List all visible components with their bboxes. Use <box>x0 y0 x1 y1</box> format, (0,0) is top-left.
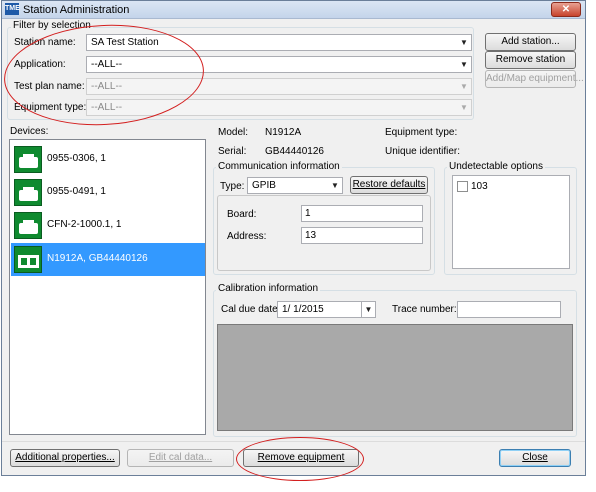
type-label: Type: <box>220 181 245 192</box>
instrument-icon <box>14 179 42 206</box>
devices-label: Devices: <box>10 126 49 137</box>
serial-value: GB44440126 <box>265 146 324 157</box>
station-name-value: SA Test Station <box>91 37 159 48</box>
address-label: Address: <box>227 231 267 242</box>
station-administration-window: TME Station Administration ✕ Filter by s… <box>1 0 586 476</box>
app-logo-icon: TME <box>5 3 20 15</box>
title-bar[interactable]: TME Station Administration ✕ <box>2 1 585 19</box>
cal-due-date-picker[interactable]: 1/ 1/2015 ▼ <box>277 301 376 318</box>
application-label: Application: <box>14 59 66 70</box>
chevron-down-icon: ▼ <box>460 38 468 47</box>
device-label: CFN-2-1000.1, 1 <box>47 219 122 230</box>
address-input[interactable]: 13 <box>301 227 423 244</box>
board-label: Board: <box>227 209 257 220</box>
additional-properties-label: Additional properties... <box>15 452 115 463</box>
test-plan-name-dropdown[interactable]: --ALL-- ▼ <box>86 78 472 95</box>
option-103-checkbox[interactable] <box>457 181 468 192</box>
power-meter-icon <box>14 246 42 273</box>
edit-cal-data-button[interactable]: Edit cal data... <box>127 449 234 467</box>
calendar-dropdown-icon: ▼ <box>361 302 375 317</box>
instrument-icon <box>14 212 42 239</box>
board-input[interactable]: 1 <box>301 205 423 222</box>
restore-defaults-button[interactable]: Restore defaults <box>350 176 428 194</box>
device-label: N1912A, GB44440126 <box>47 253 148 264</box>
device-list-item[interactable]: 0955-0491, 1 <box>11 176 205 209</box>
undetectable-options-legend: Undetectable options <box>447 161 545 172</box>
model-value: N1912A <box>265 127 302 138</box>
equipment-type-filter-value: --ALL-- <box>91 102 123 113</box>
communication-group-legend: Communication information <box>216 161 342 172</box>
close-label: Close <box>522 452 548 463</box>
add-station-button[interactable]: Add station... <box>485 33 576 51</box>
test-plan-name-label: Test plan name: <box>14 81 85 92</box>
calibration-group-legend: Calibration information <box>216 283 321 294</box>
device-list-item[interactable]: CFN-2-1000.1, 1 <box>11 209 205 242</box>
additional-properties-button[interactable]: Additional properties... <box>10 449 120 467</box>
window-close-button[interactable]: ✕ <box>551 2 581 17</box>
serial-label: Serial: <box>218 146 247 157</box>
remove-equipment-button[interactable]: Remove equipment <box>243 449 359 467</box>
connection-type-value: GPIB <box>252 180 276 191</box>
instrument-icon <box>14 146 42 173</box>
equipment-type-label: Equipment type: <box>385 127 458 138</box>
undetectable-options-list <box>452 175 570 269</box>
filter-group-legend: Filter by selection <box>11 20 93 31</box>
close-button[interactable]: Close <box>499 449 571 467</box>
add-map-equipment-button[interactable]: Add/Map equipment... <box>485 70 584 88</box>
calibration-data-panel <box>217 324 573 431</box>
cal-due-date-value: 1/ 1/2015 <box>282 304 324 315</box>
chevron-down-icon: ▼ <box>331 181 339 190</box>
devices-list[interactable]: 0955-0306, 1 0955-0491, 1 CFN-2-1000.1, … <box>9 139 206 435</box>
station-name-label: Station name: <box>14 37 76 48</box>
trace-number-label: Trace number: <box>392 304 457 315</box>
station-name-dropdown[interactable]: SA Test Station ▼ <box>86 34 472 51</box>
edit-cal-data-label: Edit cal data... <box>148 452 213 463</box>
equipment-type-dropdown[interactable]: --ALL-- ▼ <box>86 99 472 116</box>
equipment-type-filter-label: Equipment type: <box>14 102 87 113</box>
remove-equipment-label: Remove equipment <box>257 452 345 463</box>
device-list-item[interactable]: 0955-0306, 1 <box>11 143 205 176</box>
option-103-label: 103 <box>471 181 488 192</box>
restore-defaults-label: Restore defaults <box>352 179 426 190</box>
unique-identifier-label: Unique identifier: <box>385 146 461 157</box>
test-plan-name-value: --ALL-- <box>91 81 123 92</box>
window-title: Station Administration <box>23 4 130 16</box>
device-list-item-selected[interactable]: N1912A, GB44440126 <box>11 243 205 276</box>
chevron-down-icon: ▼ <box>460 82 468 91</box>
device-label: 0955-0306, 1 <box>47 153 106 164</box>
trace-number-input[interactable] <box>457 301 561 318</box>
cal-due-date-label: Cal due date: <box>221 304 281 315</box>
connection-type-dropdown[interactable]: GPIB ▼ <box>247 177 343 194</box>
remove-station-button[interactable]: Remove station <box>485 51 576 69</box>
chevron-down-icon: ▼ <box>460 60 468 69</box>
application-value: --ALL-- <box>91 59 123 70</box>
application-dropdown[interactable]: --ALL-- ▼ <box>86 56 472 73</box>
model-label: Model: <box>218 127 249 138</box>
device-label: 0955-0491, 1 <box>47 186 106 197</box>
chevron-down-icon: ▼ <box>460 103 468 112</box>
